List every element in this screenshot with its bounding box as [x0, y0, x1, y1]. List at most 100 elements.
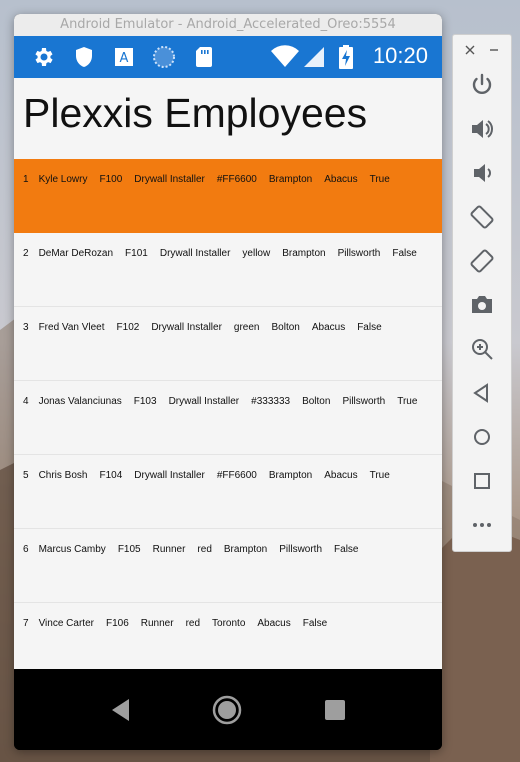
employee-row[interactable]: 2 DeMar DeRozan F101 Drywall Installer yello… — [14, 233, 442, 307]
employee-color: yellow — [242, 248, 271, 259]
home-icon[interactable] — [468, 423, 496, 451]
employee-row[interactable]: 5 Chris Bosh F104 Drywall Installer #FF6600 B… — [14, 455, 442, 529]
employee-color: red — [185, 618, 201, 629]
svg-text:A: A — [120, 51, 129, 66]
employee-name: Chris Bosh — [38, 470, 88, 481]
employee-assigned: False — [302, 618, 328, 629]
app-content: Plexxis Employees 1 Kyle Lowry F100 Drywall… — [14, 78, 442, 669]
home-icon[interactable] — [212, 695, 242, 725]
employee-assigned: True — [369, 174, 390, 185]
employee-row-cells: 6 Marcus Camby F105 Runner red Brampton Pillsw… — [23, 544, 370, 555]
employee-city: Brampton — [268, 470, 313, 481]
settings-icon — [35, 48, 53, 66]
rotate-left-icon[interactable] — [468, 203, 496, 231]
employee-city: Bolton — [302, 396, 331, 407]
emulator-controls-panel — [452, 34, 512, 552]
employee-color: #FF6600 — [216, 174, 257, 185]
employee-profession: Drywall Installer — [134, 470, 205, 481]
employee-assigned: False — [357, 322, 382, 333]
shield-icon — [76, 47, 92, 67]
employee-row[interactable]: 7 Vince Carter F106 Runner red Toronto Abacus F… — [14, 603, 442, 669]
employee-name: Jonas Valanciunas — [38, 396, 122, 407]
employee-name: Fred Van Vleet — [38, 322, 105, 333]
employee-city: Brampton — [223, 544, 268, 555]
employee-assigned: False — [392, 248, 417, 259]
employee-list: 1 Kyle Lowry F100 Drywall Installer #FF6600 B… — [14, 159, 442, 669]
more-icon[interactable] — [468, 511, 496, 539]
employee-branch: Abacus — [311, 322, 346, 333]
employee-row-cells: 2 DeMar DeRozan F101 Drywall Installer yello… — [23, 248, 429, 259]
employee-profession: Drywall Installer — [134, 174, 205, 185]
employee-code: F101 — [125, 248, 148, 259]
employee-city: Bolton — [271, 322, 300, 333]
employee-branch: Abacus — [257, 618, 291, 629]
camera-icon[interactable] — [468, 291, 496, 319]
employee-branch: Pillsworth — [342, 396, 386, 407]
emulator-window: Android Emulator - Android_Accelerated_O… — [14, 14, 442, 750]
employee-id: 1 — [23, 174, 29, 185]
accessibility-a-icon: A — [115, 48, 133, 66]
employee-assigned: True — [397, 396, 418, 407]
employee-id: 6 — [23, 544, 29, 555]
back-icon[interactable] — [468, 379, 496, 407]
employee-color: #FF6600 — [216, 470, 257, 481]
rotate-right-icon[interactable] — [468, 247, 496, 275]
volume-down-icon[interactable] — [468, 159, 496, 187]
employee-city: Brampton — [268, 174, 313, 185]
employee-city: Toronto — [212, 618, 246, 629]
employee-name: Marcus Camby — [38, 544, 106, 555]
employee-row[interactable]: 6 Marcus Camby F105 Runner red Brampton Pillsw… — [14, 529, 442, 603]
employee-name: Kyle Lowry — [38, 174, 88, 185]
employee-assigned: False — [334, 544, 359, 555]
employee-name: Vince Carter — [38, 618, 94, 629]
employee-code: F104 — [99, 470, 123, 481]
employee-profession: Drywall Installer — [151, 322, 222, 333]
employee-row-cells: 4 Jonas Valanciunas F103 Drywall Installer #… — [23, 396, 429, 407]
battery-charging-icon — [339, 45, 353, 69]
employee-profession: Runner — [140, 618, 174, 629]
status-time: 10:20 — [372, 43, 428, 68]
close-icon[interactable] — [464, 44, 476, 56]
employee-code: F100 — [99, 174, 123, 185]
employee-row-cells: 7 Vince Carter F106 Runner red Toronto Abacus F… — [23, 618, 339, 629]
power-icon[interactable] — [468, 71, 496, 99]
employee-id: 3 — [23, 322, 29, 333]
employee-id: 4 — [23, 396, 29, 407]
employee-code: F106 — [105, 618, 129, 629]
employee-branch: Pillsworth — [337, 248, 381, 259]
employee-row[interactable]: 3 Fred Van Vleet F102 Drywall Installer gree… — [14, 307, 442, 381]
employee-profession: Drywall Installer — [168, 396, 240, 407]
cellular-icon — [304, 47, 324, 67]
window-title: Android Emulator - Android_Accelerated_O… — [14, 14, 442, 37]
employee-branch: Abacus — [324, 470, 358, 481]
employee-id: 7 — [23, 618, 29, 629]
employee-id: 2 — [23, 248, 29, 259]
overview-icon[interactable] — [468, 467, 496, 495]
zoom-icon[interactable] — [468, 335, 496, 363]
employee-code: F103 — [133, 396, 157, 407]
employee-color: #333333 — [251, 396, 291, 407]
employee-profession: Runner — [152, 544, 186, 555]
employee-row-cells: 1 Kyle Lowry F100 Drywall Installer #FF6600 B… — [23, 174, 402, 185]
employee-code: F105 — [117, 544, 141, 555]
minimize-icon[interactable] — [488, 44, 500, 56]
employee-row-selected[interactable]: 1 Kyle Lowry F100 Drywall Installer #FF6600 B… — [14, 159, 442, 233]
page-title: Plexxis Employees — [23, 90, 368, 136]
recents-icon[interactable] — [320, 695, 350, 725]
employee-row[interactable]: 4 Jonas Valanciunas F103 Drywall Installer #… — [14, 381, 442, 455]
employee-profession: Drywall Installer — [159, 248, 231, 259]
sd-card-icon — [196, 47, 212, 67]
employee-name: DeMar DeRozan — [38, 248, 114, 259]
volume-up-icon[interactable] — [468, 115, 496, 143]
status-bar: A 10:20 — [14, 36, 442, 78]
employee-id: 5 — [23, 470, 29, 481]
employee-assigned: True — [369, 470, 390, 481]
back-icon[interactable] — [107, 695, 137, 725]
employee-color: red — [197, 544, 212, 555]
employee-row-cells: 3 Fred Van Vleet F102 Drywall Installer gree… — [23, 322, 394, 333]
employee-branch: Abacus — [324, 174, 358, 185]
employee-color: green — [233, 322, 260, 333]
employee-branch: Pillsworth — [279, 544, 323, 555]
wifi-icon — [271, 45, 299, 67]
loading-circle-icon — [153, 46, 175, 68]
